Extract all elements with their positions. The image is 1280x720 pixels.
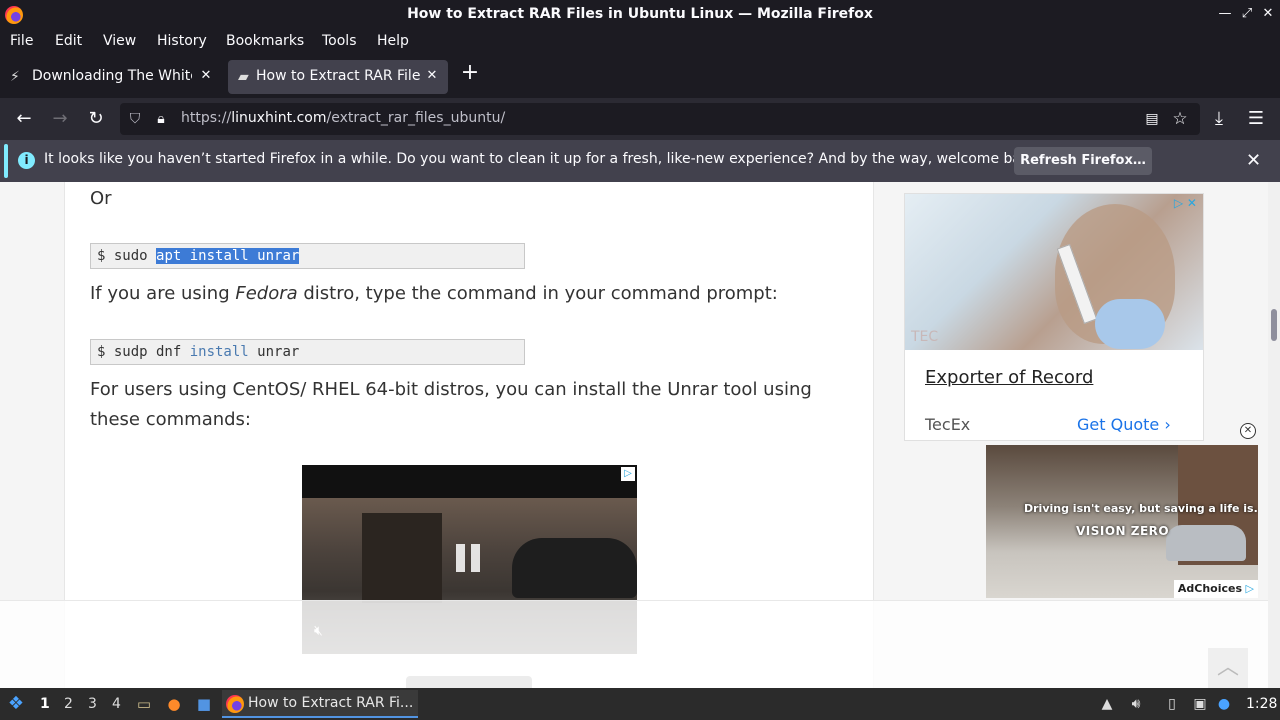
display-icon[interactable]: ▣ <box>1190 694 1210 714</box>
window-titlebar: How to Extract RAR Files in Ubuntu Linux… <box>0 0 1280 30</box>
lock-icon[interactable]: 🔒︎ <box>152 110 170 128</box>
ad-glove <box>1095 299 1165 349</box>
close-notification-icon[interactable]: ✕ <box>1246 150 1261 171</box>
menu-view[interactable]: View <box>103 33 136 49</box>
menu-bar: File Edit View History Bookmarks Tools H… <box>0 30 1280 56</box>
code-block-apt: $ sudo apt install unrar <box>90 243 525 269</box>
ad-caption: Driving isn't easy, but saving a life is… <box>1024 502 1258 515</box>
ad-car <box>1166 525 1246 561</box>
reload-icon[interactable]: ↻ <box>84 107 108 131</box>
menu-file[interactable]: File <box>10 33 33 49</box>
ad-brand-mark: TEC <box>911 329 939 345</box>
start-menu-icon[interactable]: ❖ <box>5 693 27 715</box>
selected-text: apt install unrar <box>156 248 300 264</box>
menu-history[interactable]: History <box>157 33 207 49</box>
get-quote-link[interactable]: Get Quote › <box>1077 415 1171 434</box>
scroll-to-top-icon[interactable]: ︿ <box>1208 648 1248 688</box>
tab-downloading[interactable]: ⚡ Downloading The White Rabbit ✕ <box>0 60 222 94</box>
page-scrollbar[interactable] <box>1268 182 1280 688</box>
terminal-icon[interactable]: ■ <box>194 694 214 714</box>
fedora-paragraph: If you are using Fedora distro, type the… <box>90 283 778 304</box>
url-bar[interactable]: ⛉ 🔒︎ https://linuxhint.com/extract_rar_f… <box>120 103 1200 135</box>
taskbar-firefox-window[interactable]: How to Extract RAR Fi... <box>222 690 418 718</box>
back-icon[interactable]: ← <box>12 107 36 131</box>
navigation-bar: ← → ↻ ⛉ 🔒︎ https://linuxhint.com/extract… <box>0 98 1280 140</box>
menu-tools[interactable]: Tools <box>322 33 357 49</box>
tab-close-icon[interactable]: ✕ <box>198 68 214 84</box>
video-car <box>512 538 637 598</box>
adchoices-label[interactable]: AdChoices ▷ <box>1173 580 1258 598</box>
hamburger-menu-icon[interactable]: ☰ <box>1244 107 1268 131</box>
or-text: Or <box>90 188 112 209</box>
bookmark-star-icon[interactable]: ☆ <box>1171 110 1189 128</box>
workspace-2[interactable]: 2 <box>64 696 73 712</box>
bottom-sticky-overlay <box>0 600 1268 688</box>
restore-icon[interactable]: ⤢ <box>1239 6 1255 22</box>
workspace-4[interactable]: 4 <box>112 696 121 712</box>
minimize-icon[interactable]: — <box>1217 6 1233 22</box>
pause-icon[interactable] <box>456 544 482 572</box>
close-window-icon[interactable]: ✕ <box>1260 6 1276 22</box>
adchoices-icon[interactable]: ▷ <box>621 467 635 481</box>
workspace-1[interactable]: 1 <box>40 696 50 712</box>
adchoices-close-icon[interactable]: ▷ ✕ <box>1174 196 1197 210</box>
menu-edit[interactable]: Edit <box>55 33 82 49</box>
new-tab-icon[interactable]: + <box>458 62 482 86</box>
menu-bookmarks[interactable]: Bookmarks <box>226 33 304 49</box>
notification-bar: i It looks like you haven’t started Fire… <box>0 140 1280 182</box>
faded-button <box>406 676 532 688</box>
taskbar: ❖ 1 2 3 4 ▭ ● ■ How to Extract RAR Fi...… <box>0 688 1280 720</box>
menu-help[interactable]: Help <box>377 33 409 49</box>
url-text[interactable]: https://linuxhint.com/extract_rar_files_… <box>181 110 505 126</box>
tab-close-icon[interactable]: ✕ <box>424 68 440 84</box>
info-icon: i <box>18 152 35 169</box>
page-content: Or $ sudo apt install unrar If you are u… <box>0 182 1268 688</box>
forward-icon[interactable]: → <box>48 107 72 131</box>
video-storefront <box>362 513 442 603</box>
scrollbar-thumb[interactable] <box>1271 309 1277 341</box>
volume-icon[interactable]: 🔊︎ <box>1126 694 1146 714</box>
shield-icon[interactable]: ⛉ <box>126 110 144 128</box>
ad-image: TEC <box>905 194 1203 350</box>
file-manager-icon[interactable]: ▭ <box>134 694 154 714</box>
firefox-icon <box>226 695 244 713</box>
centos-paragraph: For users using CentOS/ RHEL 64-bit dist… <box>90 379 812 430</box>
ad-sponsor: TecEx <box>925 415 971 434</box>
clipboard-icon[interactable]: ▯ <box>1162 694 1182 714</box>
ad-logo: VISION ZERO <box>1076 524 1170 538</box>
site-favicon-icon: ▰ <box>238 69 249 85</box>
tab-label: Downloading The White Rabbit <box>32 68 192 84</box>
downloads-icon[interactable]: ⤓ <box>1207 107 1231 131</box>
clock: 1:28 <box>1246 696 1278 712</box>
notification-icon[interactable]: ● <box>1214 694 1234 714</box>
taskbar-window-label: How to Extract RAR Fi... <box>248 695 414 711</box>
notification-message: It looks like you haven’t started Firefo… <box>44 151 1043 167</box>
corner-video-ad[interactable]: Driving isn't easy, but saving a life is… <box>986 445 1258 598</box>
tab-extract-rar[interactable]: ▰ How to Extract RAR Files in Ubuntu Lin… <box>228 60 448 94</box>
firefox-launcher-icon[interactable]: ● <box>164 694 184 714</box>
code-block-dnf: $ sudp dnf install unrar <box>90 339 525 365</box>
tab-label: How to Extract RAR Files in Ubuntu Linux <box>256 68 420 84</box>
close-ad-icon[interactable]: ✕ <box>1240 423 1256 439</box>
reader-view-icon[interactable]: ▤ <box>1143 110 1161 128</box>
ad-headline[interactable]: Exporter of Record <box>925 367 1093 388</box>
window-title: How to Extract RAR Files in Ubuntu Linux… <box>407 6 873 22</box>
refresh-firefox-button[interactable]: Refresh Firefox… <box>1014 147 1152 175</box>
lightning-icon: ⚡ <box>10 69 20 85</box>
sidebar-ad[interactable]: TEC ▷ ✕ Exporter of Record TecEx Get Quo… <box>904 193 1204 441</box>
workspace-3[interactable]: 3 <box>88 696 97 712</box>
tab-strip: ⚡ Downloading The White Rabbit ✕ ▰ How t… <box>0 56 1280 98</box>
tray-updates-icon[interactable]: ▲ <box>1097 694 1117 714</box>
notification-accent <box>4 144 8 178</box>
